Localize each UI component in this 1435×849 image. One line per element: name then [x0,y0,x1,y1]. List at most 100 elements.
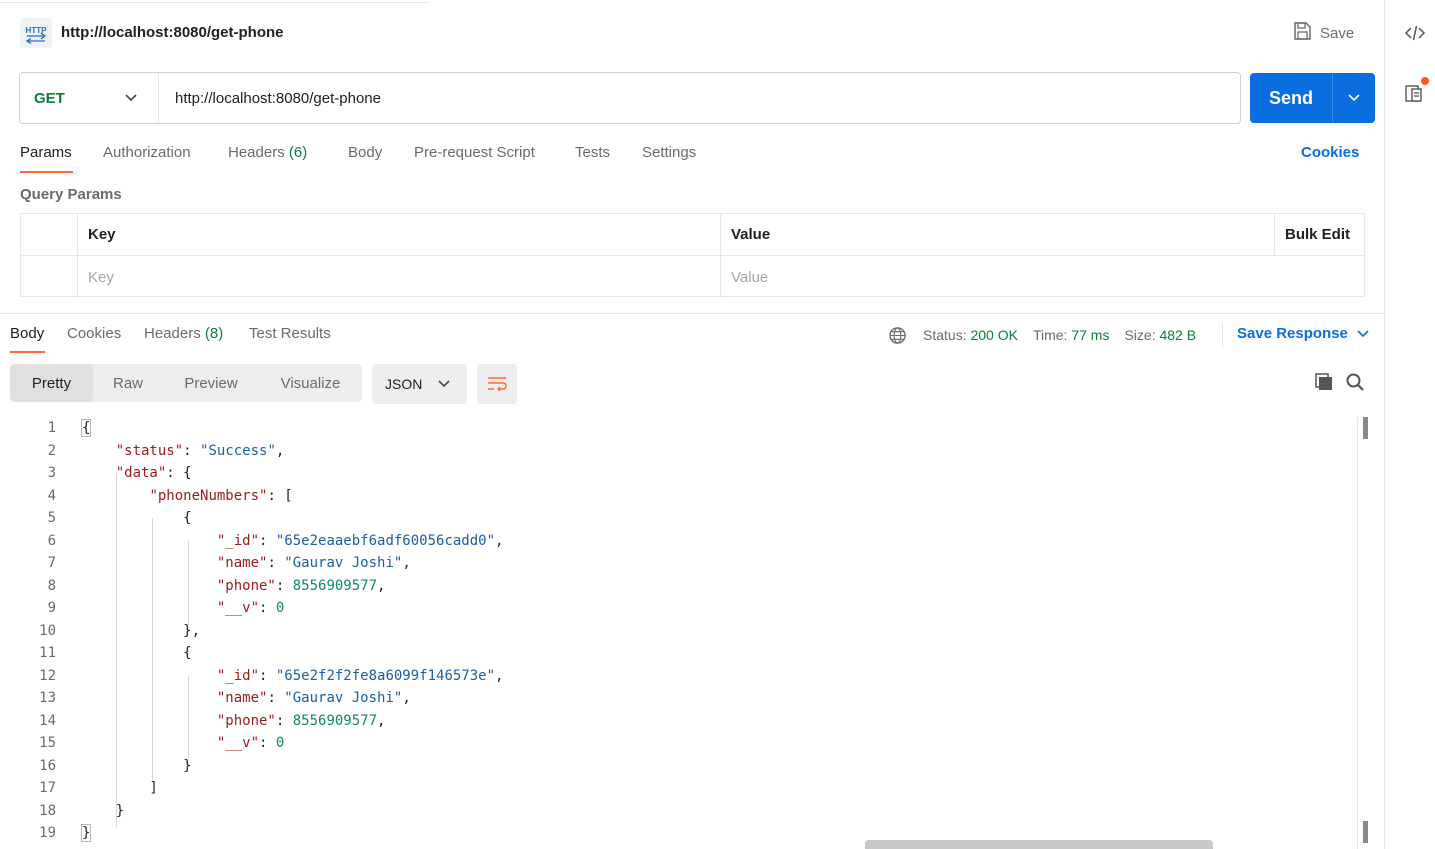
time-label: Time: [1032,327,1068,343]
view-visualize-button[interactable]: Visualize [259,364,362,402]
line-number: 15 [39,735,56,752]
line-number: 3 [47,465,56,482]
code-text: { [82,510,192,527]
json-key: "phoneNumbers" [149,487,268,504]
code-text: "__v": 0 [216,600,285,617]
code-line: 15 "__v": 0 [0,732,1357,755]
save-response-label: Save Response [1237,325,1348,342]
value-column-header: Value [721,214,1275,255]
response-status-bar: Status: 200 OK Time: 77 ms Size: 482 B [888,325,1196,345]
save-label: Save [1320,24,1355,42]
tab-body[interactable]: Body [348,144,382,161]
code-line: 14 "phone": 8556909577, [0,710,1357,733]
code-line: 1{ [0,417,1357,440]
code-text: { [80,419,92,438]
row-checkbox-cell [21,256,78,298]
request-title[interactable]: http://localhost:8080/get-phone [61,24,284,41]
globe-icon[interactable] [888,326,907,345]
json-string: "Success" [200,442,276,459]
vertical-scrollbar[interactable] [1357,417,1371,849]
code-line: 17 ] [0,777,1357,800]
tab-response-headers-label: Headers [144,325,201,342]
wrap-lines-icon [487,375,507,393]
horizontal-scrollbar[interactable] [865,840,1213,849]
size-label: Size: [1124,327,1156,343]
query-params-title: Query Params [20,186,122,203]
tab-response-cookies[interactable]: Cookies [67,325,121,342]
code-text: } [82,802,125,819]
copy-icon[interactable] [1314,372,1334,397]
save-response-button[interactable]: Save Response [1237,325,1370,342]
code-text: "__v": 0 [216,735,285,752]
view-preview-button[interactable]: Preview [163,364,259,402]
code-text: ] [82,780,158,797]
line-number: 19 [39,825,56,842]
code-text: "_id": "65e2f2f2fe8a6099f146573e", [216,667,504,684]
value-input[interactable]: Value [721,256,1275,298]
http-icon: HTTP [20,18,52,48]
tab-response-body[interactable]: Body [10,325,44,342]
documentation-icon[interactable] [1404,83,1424,108]
view-pretty-button[interactable]: Pretty [10,364,93,402]
code-text: }, [82,622,201,639]
chevron-down-icon [1356,329,1370,339]
tab-authorization[interactable]: Authorization [103,144,191,161]
code-line: 2 "status": "Success", [0,440,1357,463]
query-params-table: Key Value Bulk Edit Key Value [20,213,1365,298]
line-number: 7 [47,555,56,572]
line-number: 2 [47,442,56,459]
status-label: Status: [923,327,967,343]
line-number: 8 [47,577,56,594]
line-number: 5 [47,510,56,527]
section-divider [0,313,1384,314]
code-line: 8 "phone": 8556909577, [0,575,1357,598]
send-options-chevron-down-icon[interactable] [1333,93,1375,103]
line-number: 17 [39,780,56,797]
response-body-editor[interactable]: 1{ 2 "status": "Success", 3 "data": { 4 … [0,417,1357,849]
code-text: "phone": 8556909577, [216,712,386,729]
code-text: { [82,645,192,662]
method-select[interactable]: GET [20,73,159,123]
send-button[interactable]: Send [1250,73,1375,123]
line-number: 10 [39,622,56,639]
json-key: "__v" [216,600,260,617]
tab-pre-request-script[interactable]: Pre-request Script [414,144,535,161]
json-key: "__v" [216,735,260,752]
format-select[interactable]: JSON [372,364,467,404]
json-number: 0 [275,600,285,617]
json-string: "65e2f2f2fe8a6099f146573e" [275,667,496,684]
tab-headers[interactable]: Headers (6) [228,144,307,161]
tab-response-headers[interactable]: Headers (8) [144,325,223,342]
send-label: Send [1250,73,1333,123]
json-string: "65e2eaaebf6adf60056cadd0" [275,532,496,549]
key-input[interactable]: Key [78,256,721,298]
cookies-link[interactable]: Cookies [1301,144,1359,161]
tab-test-results[interactable]: Test Results [249,325,331,342]
search-icon[interactable] [1345,372,1365,397]
code-text: "phoneNumbers": [ [149,487,293,504]
tab-tests[interactable]: Tests [575,144,610,161]
size-value[interactable]: 482 B [1159,327,1196,343]
line-number: 11 [39,645,56,662]
tab-settings[interactable]: Settings [642,144,696,161]
time-value[interactable]: 77 ms [1071,327,1109,343]
code-text: } [82,757,192,774]
url-input[interactable] [159,89,1159,107]
view-raw-button[interactable]: Raw [93,364,163,402]
method-label: GET [34,89,65,107]
key-column-header: Key [78,214,721,255]
active-tab-indicator [20,171,73,173]
wrap-lines-button[interactable] [477,364,517,404]
status-value[interactable]: 200 OK [970,327,1017,343]
json-number: 0 [275,735,285,752]
code-text: "name": "Gaurav Joshi", [216,690,411,707]
code-line: 9 "__v": 0 [0,597,1357,620]
bulk-edit-button[interactable]: Bulk Edit [1275,214,1365,255]
json-number: 8556909577 [292,577,378,594]
save-button[interactable]: Save [1292,22,1354,44]
tab-params[interactable]: Params [20,144,72,161]
active-response-tab-indicator [10,351,45,353]
json-number: 8556909577 [292,712,378,729]
code-icon[interactable] [1404,24,1426,47]
code-line: 16 } [0,755,1357,778]
